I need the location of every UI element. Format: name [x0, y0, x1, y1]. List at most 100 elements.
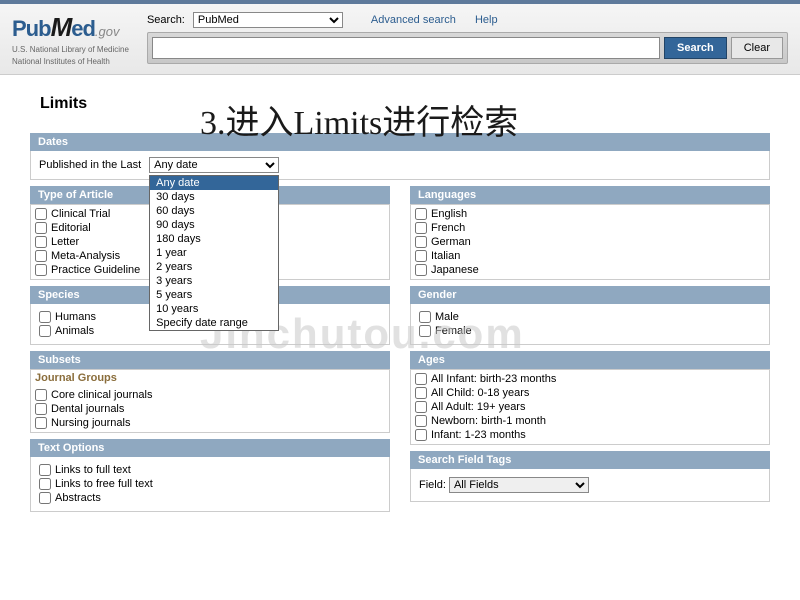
- checkbox[interactable]: [39, 325, 51, 337]
- list-item[interactable]: All Child: 0-18 years: [415, 386, 765, 400]
- checkbox[interactable]: [35, 208, 47, 220]
- list-item[interactable]: Links to full text: [39, 463, 381, 477]
- logo-pub: Pub: [12, 16, 51, 41]
- dropdown-option[interactable]: 3 years: [150, 274, 278, 288]
- list-item[interactable]: Links to free full text: [39, 477, 381, 491]
- checkbox[interactable]: [415, 387, 427, 399]
- published-last-dropdown[interactable]: Any date30 days60 days90 days180 days1 y…: [149, 175, 279, 331]
- item-label: Animals: [55, 325, 94, 337]
- checkbox[interactable]: [415, 415, 427, 427]
- checkbox[interactable]: [39, 311, 51, 323]
- list-item[interactable]: Dental journals: [35, 402, 385, 416]
- item-label: French: [431, 222, 465, 234]
- logo[interactable]: PubMed.gov U.S. National Library of Medi…: [12, 12, 129, 66]
- search-label: Search:: [147, 14, 185, 26]
- item-label: Italian: [431, 250, 460, 262]
- list-item[interactable]: Nursing journals: [35, 416, 385, 430]
- list-item[interactable]: Core clinical journals: [35, 388, 385, 402]
- gender-list: MaleFemale: [410, 304, 770, 345]
- logo-m: M: [51, 12, 72, 42]
- dropdown-option[interactable]: 60 days: [150, 204, 278, 218]
- search-field-tags-panel: Search Field Tags Field: All Fields: [410, 451, 770, 502]
- checkbox[interactable]: [415, 222, 427, 234]
- item-label: Core clinical journals: [51, 389, 153, 401]
- item-label: Editorial: [51, 222, 91, 234]
- field-select[interactable]: All Fields: [449, 477, 589, 493]
- list-item[interactable]: Italian: [415, 249, 765, 263]
- checkbox[interactable]: [415, 236, 427, 248]
- list-item[interactable]: Infant: 1-23 months: [415, 428, 765, 442]
- checkbox[interactable]: [419, 325, 431, 337]
- journal-groups-subhead: Journal Groups: [35, 372, 385, 384]
- list-item[interactable]: All Infant: birth-23 months: [415, 372, 765, 386]
- item-label: Newborn: birth-1 month: [431, 415, 546, 427]
- dropdown-option[interactable]: 5 years: [150, 288, 278, 302]
- dropdown-option[interactable]: 2 years: [150, 260, 278, 274]
- list-item[interactable]: Female: [419, 324, 761, 338]
- gender-header: Gender: [410, 286, 770, 304]
- checkbox[interactable]: [419, 311, 431, 323]
- ages-list[interactable]: All Infant: birth-23 monthsAll Child: 0-…: [410, 369, 770, 445]
- advanced-search-link[interactable]: Advanced search: [371, 14, 456, 26]
- checkbox[interactable]: [35, 403, 47, 415]
- list-item[interactable]: French: [415, 221, 765, 235]
- published-last-select[interactable]: Any date: [149, 157, 279, 173]
- search-input[interactable]: [152, 37, 660, 59]
- text-options-list: Links to full textLinks to free full tex…: [30, 457, 390, 512]
- checkbox[interactable]: [415, 264, 427, 276]
- logo-gov: .gov: [95, 24, 120, 39]
- item-label: Links to full text: [55, 464, 131, 476]
- list-item[interactable]: Newborn: birth-1 month: [415, 414, 765, 428]
- checkbox[interactable]: [35, 389, 47, 401]
- help-link[interactable]: Help: [475, 14, 498, 26]
- search-button[interactable]: Search: [664, 37, 727, 59]
- item-label: Clinical Trial: [51, 208, 110, 220]
- checkbox[interactable]: [415, 429, 427, 441]
- logo-ed: ed: [71, 16, 95, 41]
- page-title: Limits: [40, 95, 770, 113]
- dropdown-option[interactable]: 90 days: [150, 218, 278, 232]
- checkbox[interactable]: [415, 401, 427, 413]
- checkbox[interactable]: [35, 236, 47, 248]
- dropdown-option[interactable]: 30 days: [150, 190, 278, 204]
- ages-panel: Ages All Infant: birth-23 monthsAll Chil…: [410, 351, 770, 445]
- header: PubMed.gov U.S. National Library of Medi…: [0, 4, 800, 75]
- dropdown-option[interactable]: 1 year: [150, 246, 278, 260]
- search-database-select[interactable]: PubMed: [193, 12, 343, 28]
- dropdown-option[interactable]: 10 years: [150, 302, 278, 316]
- list-item[interactable]: Japanese: [415, 263, 765, 277]
- languages-list[interactable]: EnglishFrenchGermanItalian Japanese: [410, 204, 770, 280]
- checkbox[interactable]: [35, 222, 47, 234]
- checkbox[interactable]: [35, 264, 47, 276]
- published-last-label: Published in the Last: [39, 159, 141, 171]
- checkbox[interactable]: [35, 250, 47, 262]
- text-options-header: Text Options: [30, 439, 390, 457]
- checkbox[interactable]: [35, 417, 47, 429]
- checkbox[interactable]: [39, 478, 51, 490]
- item-label: Dental journals: [51, 403, 124, 415]
- checkbox[interactable]: [415, 250, 427, 262]
- item-label: Letter: [51, 236, 79, 248]
- checkbox[interactable]: [39, 492, 51, 504]
- checkbox[interactable]: [415, 373, 427, 385]
- item-label: Japanese: [431, 264, 479, 276]
- languages-header: Languages: [410, 186, 770, 204]
- clear-button[interactable]: Clear: [731, 37, 783, 59]
- dropdown-option[interactable]: Any date: [150, 176, 278, 190]
- subsets-header: Subsets: [30, 351, 390, 369]
- subsets-list[interactable]: Journal Groups Core clinical journals Den…: [30, 369, 390, 433]
- dropdown-option[interactable]: 180 days: [150, 232, 278, 246]
- dropdown-option[interactable]: Specify date range: [150, 316, 278, 330]
- list-item[interactable]: All Adult: 19+ years: [415, 400, 765, 414]
- dates-header: Dates: [30, 133, 770, 151]
- list-item[interactable]: Abstracts: [39, 491, 381, 505]
- list-item[interactable]: German: [415, 235, 765, 249]
- checkbox[interactable]: [39, 464, 51, 476]
- item-label: Humans: [55, 311, 96, 323]
- item-label: Practice Guideline: [51, 264, 140, 276]
- checkbox[interactable]: [415, 208, 427, 220]
- list-item[interactable]: English: [415, 207, 765, 221]
- list-item[interactable]: Male: [419, 310, 761, 324]
- item-label: All Child: 0-18 years: [431, 387, 529, 399]
- item-label: Female: [435, 325, 472, 337]
